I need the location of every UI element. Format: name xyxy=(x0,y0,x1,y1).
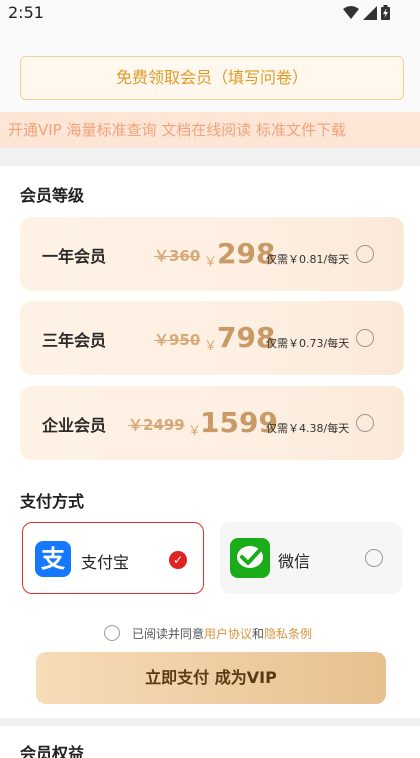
plan-radio[interactable] xyxy=(356,329,374,347)
alipay-icon: 支 xyxy=(35,541,71,577)
payment-option-alipay[interactable]: 支 支付宝 ✓ xyxy=(22,522,204,594)
benefits-section: 会员权益 xyxy=(0,726,420,758)
top-section: 免费领取会员（填写问卷） xyxy=(0,26,420,112)
wechat-icon xyxy=(230,538,270,578)
payment-method-title: 支付方式 xyxy=(20,492,85,511)
plan-per-day: 仅需￥4.38/每天 xyxy=(266,422,350,435)
signal-icon xyxy=(363,5,377,20)
plan-original-price: ￥950 xyxy=(154,331,201,349)
agreement-and: 和 xyxy=(252,626,265,641)
status-bar: 2:51 xyxy=(0,0,420,26)
status-time: 2:51 xyxy=(8,3,44,22)
agreement-prefix: 已阅读并同意 xyxy=(132,626,205,641)
vip-marquee-banner: 开通VIP 海量标准查询 文档在线阅读 标准文件下载 xyxy=(0,112,420,148)
plan-per-day: 仅需￥0.73/每天 xyxy=(266,337,350,350)
payment-label: 微信 xyxy=(278,552,311,571)
plan-original-price: ￥360 xyxy=(154,247,201,265)
pay-now-button[interactable]: 立即支付 成为VIP xyxy=(36,652,386,704)
plan-name: 企业会员 xyxy=(42,416,107,435)
plan-three-year[interactable]: 三年会员 ￥950 ￥ 798 仅需￥0.73/每天 xyxy=(20,301,404,375)
plan-currency: ￥ xyxy=(204,339,218,354)
status-icons xyxy=(343,5,390,20)
free-membership-button[interactable]: 免费领取会员（填写问卷） xyxy=(20,56,404,100)
plan-currency: ￥ xyxy=(204,255,218,270)
payment-option-wechat[interactable]: 微信 xyxy=(220,522,402,594)
membership-level-title: 会员等级 xyxy=(20,186,85,205)
plan-one-year[interactable]: 一年会员 ￥360 ￥ 298 仅需￥0.81/每天 xyxy=(20,217,404,291)
payment-radio[interactable] xyxy=(365,549,383,567)
plan-radio[interactable] xyxy=(356,245,374,263)
plan-name: 一年会员 xyxy=(42,247,107,266)
benefits-title: 会员权益 xyxy=(20,744,85,758)
privacy-policy-link[interactable]: 隐私条例 xyxy=(264,625,312,642)
payment-label: 支付宝 xyxy=(81,553,130,572)
user-agreement-link[interactable]: 用户协议 xyxy=(204,625,252,642)
agreement-checkbox[interactable] xyxy=(104,625,120,641)
plan-radio[interactable] xyxy=(356,414,374,432)
wifi-icon xyxy=(343,5,359,19)
plan-name: 三年会员 xyxy=(42,331,107,350)
plan-original-price: ￥2499 xyxy=(128,416,185,434)
plan-enterprise[interactable]: 企业会员 ￥2499 ￥ 1599 仅需￥4.38/每天 xyxy=(20,386,404,460)
battery-icon xyxy=(381,5,390,20)
checkmark-icon: ✓ xyxy=(169,551,187,569)
plan-per-day: 仅需￥0.81/每天 xyxy=(266,253,350,266)
agreement-row: 已阅读并同意 用户协议 和 隐私条例 xyxy=(104,624,312,642)
